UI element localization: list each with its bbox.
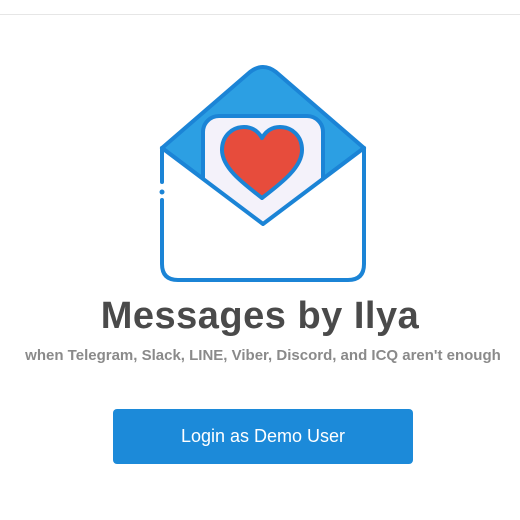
landing-page: Messages by Ilya when Telegram, Slack, L…	[0, 0, 520, 520]
open-envelope-heart-icon	[159, 65, 366, 282]
app-title: Messages by Ilya	[100, 295, 420, 337]
login-demo-button[interactable]: Login as Demo User	[113, 409, 413, 464]
app-tagline: when Telegram, Slack, LINE, Viber, Disco…	[25, 347, 501, 364]
top-divider	[0, 14, 520, 15]
